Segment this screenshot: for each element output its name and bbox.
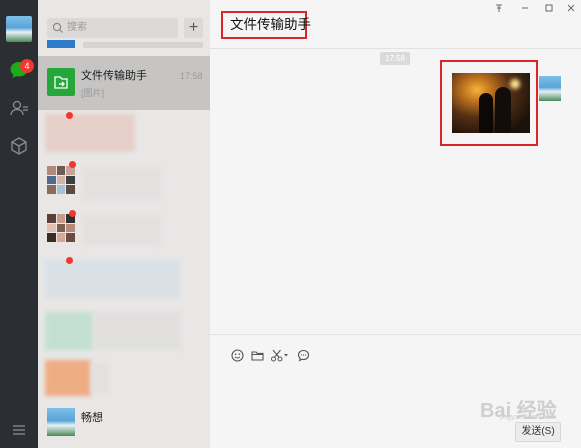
menu-icon[interactable] (7, 418, 31, 442)
list-item-time: 17:58 (180, 71, 203, 81)
scissors-icon[interactable] (270, 348, 290, 362)
list-item-name: 文件传输助手 (81, 70, 147, 82)
list-item-blurred[interactable] (38, 206, 210, 254)
search-placeholder: 搜索 (67, 22, 87, 33)
minimize-icon[interactable] (518, 3, 532, 17)
conversation-list: 搜索 + 文件传输助手 17:58 [图片] 畅想 (38, 0, 210, 448)
list-item-partial[interactable] (38, 40, 210, 52)
pin-icon[interactable] (492, 3, 506, 17)
emoji-icon[interactable] (230, 348, 244, 362)
list-item-file-transfer[interactable]: 文件传输助手 17:58 [图片] (38, 56, 210, 110)
chat-title: 文件传输助手 (230, 17, 311, 32)
image-message[interactable] (452, 73, 530, 133)
chat-panel: 文件传输助手 17:58 Bai 经验 jingyan.baidu.com 发送… (210, 0, 581, 448)
group-avatar (47, 214, 75, 242)
unread-dot (69, 161, 76, 168)
watermark-url: jingyan.baidu.com (500, 414, 557, 421)
search-input[interactable]: 搜索 (47, 18, 178, 38)
sender-avatar[interactable] (539, 76, 561, 101)
list-item-blurred[interactable] (38, 256, 210, 302)
input-divider (210, 334, 581, 335)
unread-dot (69, 210, 76, 217)
unread-dot (66, 257, 73, 264)
group-avatar (47, 166, 75, 194)
list-item-changxiang[interactable]: 畅想 (38, 402, 210, 448)
list-item-blurred[interactable] (38, 304, 210, 350)
message-timestamp: 17:58 (380, 52, 410, 65)
chat-bubble-icon[interactable] (296, 348, 310, 362)
favorites-icon[interactable] (7, 134, 31, 158)
header-divider (210, 48, 581, 49)
close-icon[interactable] (564, 3, 578, 17)
list-item-preview: [图片] (81, 88, 105, 98)
maximize-icon[interactable] (542, 3, 556, 17)
contacts-icon[interactable] (7, 96, 31, 120)
search-icon (51, 21, 65, 35)
unread-dot (66, 112, 73, 119)
folder-icon[interactable] (250, 348, 264, 362)
send-button[interactable]: 发送(S) (515, 422, 561, 442)
list-item-blurred[interactable] (38, 354, 210, 400)
user-avatar[interactable] (6, 16, 32, 42)
list-item-blurred[interactable] (38, 160, 210, 206)
list-item-blurred[interactable] (38, 110, 210, 160)
list-item-name: 畅想 (81, 412, 103, 424)
unread-badge: 4 (20, 59, 34, 73)
add-button[interactable]: + (184, 18, 203, 38)
sidebar-nav: 4 (0, 0, 38, 448)
file-transfer-avatar (47, 68, 75, 96)
changxiang-avatar (47, 408, 75, 436)
